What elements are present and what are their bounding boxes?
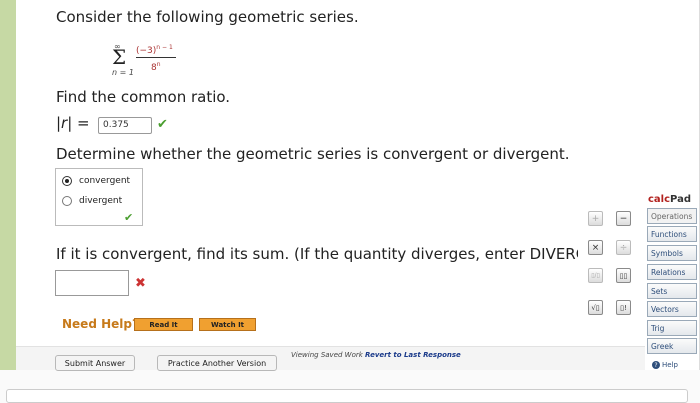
ratio-label: |r| =: [56, 114, 90, 132]
convergence-prompt: Determine whether the geometric series i…: [56, 145, 570, 163]
divide-key[interactable]: ÷: [616, 240, 631, 255]
ratio-prompt: Find the common ratio.: [56, 88, 231, 106]
calcpad-tab-trig[interactable]: Trig: [647, 320, 697, 336]
factorial-key[interactable]: ▯!: [616, 300, 631, 315]
option-divergent-label: divergent: [79, 196, 123, 206]
minus-key[interactable]: −: [616, 211, 631, 226]
option-convergent-label: convergent: [79, 176, 131, 186]
watch-it-button[interactable]: Watch It: [199, 318, 256, 331]
radio-divergent[interactable]: [62, 196, 72, 206]
calcpad-title-calc: calc: [648, 194, 671, 205]
fraction-bar: [136, 57, 176, 58]
sum-prompt: If it is convergent, find its sum. (If t…: [56, 245, 578, 263]
calcpad-tab-symbols[interactable]: Symbols: [647, 245, 697, 261]
calcpad-tab-sets[interactable]: Sets: [647, 283, 697, 299]
question-prompt: Consider the following geometric series.: [56, 8, 359, 26]
convergence-options: convergent divergent ✔: [55, 168, 143, 226]
sigma-symbol: Σ: [112, 45, 127, 69]
calcpad-tab-functions[interactable]: Functions: [647, 226, 697, 242]
ratio-answer-field[interactable]: 0.375: [98, 117, 152, 134]
help-icon: ?: [652, 361, 660, 369]
question-accent-bar: [0, 0, 16, 370]
series-denominator: 8n: [151, 61, 161, 73]
radio-convergent[interactable]: [62, 176, 72, 186]
plus-key[interactable]: +: [588, 211, 603, 226]
calcpad-title-pad: Pad: [670, 194, 691, 205]
series-numerator: (−3)n − 1: [136, 44, 173, 56]
calcpad-help-label: Help: [662, 361, 678, 369]
submit-answer-button[interactable]: Submit Answer: [55, 355, 135, 371]
next-question-card: [6, 389, 688, 403]
sqrt-key[interactable]: √▯: [588, 300, 603, 315]
need-help-label: Need Help?: [62, 317, 139, 331]
calcpad-help[interactable]: ? Help: [652, 361, 678, 369]
calcpad-tab-relations[interactable]: Relations: [647, 264, 697, 280]
calcpad-tab-operations[interactable]: Operations: [647, 208, 697, 224]
calcpad-title: calcPad: [648, 194, 691, 205]
option-convergent[interactable]: convergent: [62, 176, 130, 186]
exponent-key[interactable]: ▯▯: [616, 268, 631, 283]
option-divergent[interactable]: divergent: [62, 196, 122, 206]
series-lower-limit: n = 1: [112, 68, 134, 77]
revert-link[interactable]: Revert to Last Response: [365, 351, 461, 359]
calcpad-tab-vectors[interactable]: Vectors: [647, 301, 697, 317]
convergence-correct-icon: ✔: [124, 211, 134, 224]
saved-work-text: Viewing Saved Work: [291, 351, 363, 359]
sum-incorrect-icon: ✖: [135, 276, 146, 291]
fraction-key[interactable]: ▯/▯: [588, 268, 603, 283]
saved-work-notice: Viewing Saved Work Revert to Last Respon…: [291, 351, 461, 359]
practice-another-version-button[interactable]: Practice Another Version: [157, 355, 277, 371]
sum-answer-field[interactable]: [55, 270, 129, 296]
read-it-button[interactable]: Read It: [134, 318, 193, 331]
ratio-correct-icon: ✔: [157, 117, 168, 132]
calcpad-tab-greek[interactable]: Greek: [647, 338, 697, 354]
series-expression: ∞ Σ n = 1 (−3)n − 1 8n: [112, 42, 192, 84]
times-key[interactable]: ×: [588, 240, 603, 255]
